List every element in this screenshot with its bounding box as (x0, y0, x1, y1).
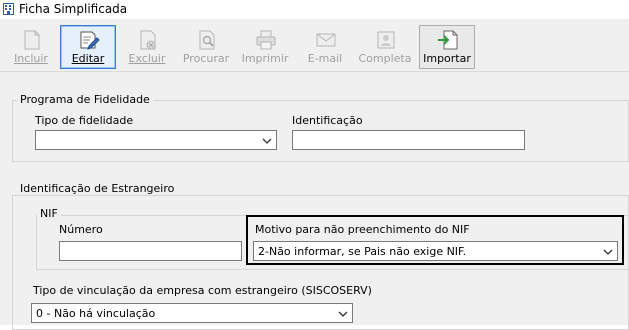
email-label: E-mail (307, 52, 343, 65)
editar-button[interactable]: Editar (60, 25, 116, 69)
identificacao-label: Identificação (292, 114, 363, 127)
incluir-label: Incluir (14, 52, 48, 65)
window-title: Ficha Simplificada (19, 2, 128, 16)
motivo-label: Motivo para não preenchimento do NIF (255, 223, 470, 236)
import-document-icon (438, 30, 458, 50)
procurar-button[interactable]: Procurar (178, 25, 234, 69)
building-icon (3, 3, 14, 15)
contact-card-icon (377, 31, 395, 49)
completa-button[interactable]: Completa (357, 25, 413, 69)
email-button[interactable]: E-mail (297, 25, 353, 69)
envelope-icon (316, 33, 336, 47)
motivo-value: 2-Não informar, se Pais não exige NIF. (258, 245, 467, 258)
fidelidade-group-title: Programa de Fidelidade (17, 93, 153, 106)
importar-button[interactable]: Importar (419, 25, 475, 69)
vinculacao-value: 0 - Não há vinculação (36, 307, 156, 320)
completa-label: Completa (358, 52, 412, 65)
title-bar: Ficha Simplificada (0, 0, 629, 19)
excluir-label: Excluir (128, 52, 166, 65)
chevron-down-icon (603, 249, 613, 255)
toolbar: Incluir Editar Excluir Procurar Imprimir… (0, 19, 629, 72)
delete-document-icon (140, 30, 156, 50)
tipo-fidelidade-select[interactable] (35, 130, 277, 150)
imprimir-button[interactable]: Imprimir (237, 25, 293, 69)
identificacao-field[interactable] (292, 130, 525, 150)
editar-label: Editar (71, 52, 105, 65)
chevron-down-icon (338, 311, 348, 317)
numero-field[interactable] (59, 241, 242, 261)
chevron-down-icon (262, 138, 272, 144)
imprimir-label: Imprimir (241, 52, 289, 65)
estrangeiro-group-title: Identificação de Estrangeiro (17, 182, 178, 195)
numero-label: Número (59, 223, 103, 236)
procurar-label: Procurar (182, 52, 230, 65)
excluir-button[interactable]: Excluir (119, 25, 175, 69)
form-area: Programa de Fidelidade Tipo de fidelidad… (0, 72, 629, 330)
tipo-fidelidade-label: Tipo de fidelidade (35, 114, 134, 127)
motivo-select[interactable]: 2-Não informar, se Pais não exige NIF. (253, 241, 618, 261)
document-new-icon (24, 30, 40, 50)
incluir-button[interactable]: Incluir (3, 25, 59, 69)
nif-group-title: NIF (37, 207, 61, 220)
edit-pencil-icon (80, 31, 100, 50)
vinculacao-select[interactable]: 0 - Não há vinculação (31, 303, 353, 323)
search-document-icon (199, 30, 215, 50)
importar-label: Importar (423, 52, 471, 65)
vinculacao-label: Tipo de vinculação da empresa com estran… (33, 284, 372, 297)
printer-icon (256, 30, 276, 50)
